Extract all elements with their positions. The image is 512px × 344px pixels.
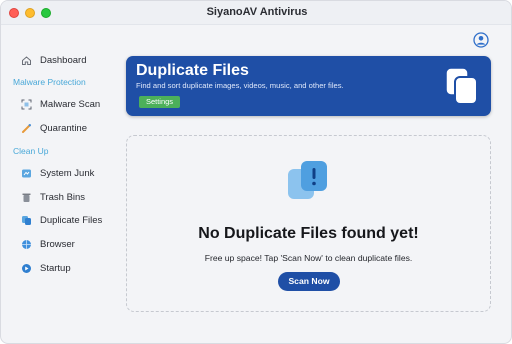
sidebar-item-dashboard[interactable]: Dashboard bbox=[21, 52, 86, 68]
feature-banner: Duplicate Files Find and sort duplicate … bbox=[126, 56, 491, 116]
system-junk-icon bbox=[21, 168, 32, 179]
scan-icon bbox=[21, 99, 32, 110]
page-title: Duplicate Files bbox=[136, 62, 249, 79]
sidebar-item-quarantine[interactable]: Quarantine bbox=[21, 120, 87, 136]
section-label-malware-protection: Malware Protection bbox=[13, 77, 86, 87]
sidebar-item-malware-scan[interactable]: Malware Scan bbox=[21, 96, 100, 112]
app-window: SiyanoAV Antivirus Dashboard Malware Pro… bbox=[0, 0, 512, 344]
duplicate-files-icon bbox=[21, 215, 32, 226]
sidebar-item-label: Browser bbox=[40, 238, 75, 250]
duplicate-alert-icon bbox=[286, 159, 331, 201]
sidebar-item-label: Malware Scan bbox=[40, 98, 101, 110]
user-avatar-icon[interactable] bbox=[473, 32, 489, 48]
sidebar-item-label: Quarantine bbox=[40, 122, 88, 134]
sidebar-item-label: Duplicate Files bbox=[40, 214, 103, 226]
sidebar-item-startup[interactable]: Startup bbox=[21, 260, 71, 276]
browser-icon bbox=[21, 239, 32, 250]
sidebar-item-label: Startup bbox=[40, 262, 71, 274]
empty-state-subtitle: Free up space! Tap 'Scan Now' to clean d… bbox=[204, 253, 413, 263]
sidebar-item-duplicate-files[interactable]: Duplicate Files bbox=[21, 212, 102, 228]
duplicate-files-icon bbox=[444, 66, 480, 106]
home-icon bbox=[21, 55, 32, 66]
sidebar-item-system-junk[interactable]: System Junk bbox=[21, 165, 94, 181]
empty-state-title: No Duplicate Files found yet! bbox=[198, 225, 419, 242]
sidebar-item-label: System Junk bbox=[40, 167, 95, 179]
startup-icon bbox=[21, 263, 32, 274]
sidebar-item-trash-bins[interactable]: Trash Bins bbox=[21, 189, 85, 205]
page-subtitle: Find and sort duplicate images, videos, … bbox=[136, 81, 344, 90]
sidebar: Dashboard Malware Protection Malware Sca… bbox=[1, 25, 119, 343]
sidebar-item-label: Trash Bins bbox=[40, 191, 86, 203]
trash-icon bbox=[21, 192, 32, 203]
scan-now-button[interactable]: Scan Now bbox=[278, 272, 340, 291]
window-title: SiyanoAV Antivirus bbox=[206, 6, 308, 18]
sidebar-item-browser[interactable]: Browser bbox=[21, 236, 75, 252]
title-bar: SiyanoAV Antivirus bbox=[1, 1, 511, 25]
quarantine-icon bbox=[21, 123, 32, 134]
results-area: No Duplicate Files found yet! Free up sp… bbox=[126, 135, 491, 312]
settings-button[interactable]: Settings bbox=[139, 96, 180, 108]
section-label-clean-up: Clean Up bbox=[13, 146, 49, 156]
sidebar-item-label: Dashboard bbox=[40, 54, 87, 66]
